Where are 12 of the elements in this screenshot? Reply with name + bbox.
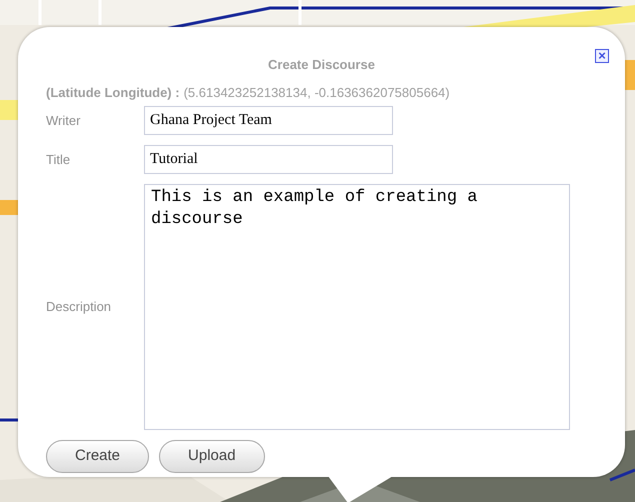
coordinates-label: (Latitude Longitude) : xyxy=(46,84,180,102)
field-label: Title xyxy=(46,150,72,169)
description-field[interactable]: This is an example of creating a discourse xyxy=(144,184,570,430)
field-label: Writer xyxy=(46,112,82,130)
coordinates-value: (5.613423252138134, -0.1636362075805664) xyxy=(184,84,450,102)
close-button[interactable]: × xyxy=(595,49,609,63)
text-field[interactable]: Tutorial xyxy=(144,145,393,174)
action-button[interactable]: Create xyxy=(46,440,150,473)
text-field[interactable]: Ghana Project Team xyxy=(144,106,393,135)
field-label: Description xyxy=(46,298,112,316)
action-button[interactable]: Upload xyxy=(159,440,265,473)
dialog-title: Create Discourse xyxy=(267,56,376,74)
